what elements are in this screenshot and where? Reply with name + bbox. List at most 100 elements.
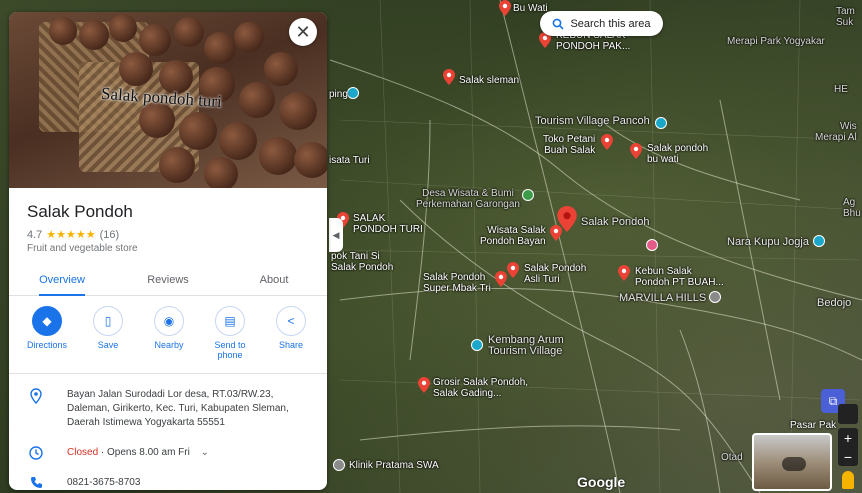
- place-category[interactable]: Fruit and vegetable store: [27, 243, 138, 254]
- map-label[interactable]: Salak sleman: [459, 75, 519, 86]
- fruit-shape: [119, 52, 153, 86]
- tab-about[interactable]: About: [221, 268, 327, 295]
- selected-place-pin[interactable]: [557, 206, 577, 232]
- phone-row[interactable]: 0821-3675-8703: [27, 476, 307, 490]
- map-label[interactable]: Salak Pondoh Asli Turi: [524, 263, 586, 285]
- my-location-button[interactable]: [838, 404, 858, 424]
- zoom-control: + −: [838, 428, 858, 466]
- divider: [9, 373, 327, 374]
- map-pin[interactable]: [499, 0, 511, 16]
- place-photo[interactable]: Salak pondoh turi ✕: [9, 12, 327, 188]
- map-label[interactable]: isata Turi: [329, 155, 370, 166]
- map-pin[interactable]: [618, 265, 630, 281]
- directions-icon: ◆: [32, 306, 62, 336]
- nearby-button[interactable]: ◉ Nearby: [141, 306, 197, 360]
- poi-marker[interactable]: [333, 459, 345, 471]
- map-label[interactable]: Desa Wisata & Bumi Perkemahan Garongan: [416, 188, 520, 210]
- place-title: Salak Pondoh: [27, 202, 133, 221]
- map-label[interactable]: Toko Petani Buah Salak: [543, 134, 595, 156]
- map-label[interactable]: Wisata Salak Pondoh Bayan: [480, 225, 546, 247]
- map-label[interactable]: Ag Bhu: [843, 197, 861, 219]
- poi-marker[interactable]: [709, 291, 721, 303]
- map-pin[interactable]: [418, 377, 430, 393]
- map-label[interactable]: Tam Suk: [836, 6, 855, 28]
- map-label[interactable]: Tourism Village Pancoh: [535, 116, 650, 127]
- fruit-shape: [234, 22, 264, 52]
- share-icon: <: [276, 306, 306, 336]
- chevron-down-icon[interactable]: ⌄: [201, 447, 209, 458]
- poi-marker[interactable]: [471, 339, 483, 351]
- map-label[interactable]: Pasar Pak: [790, 420, 836, 431]
- fruit-shape: [204, 32, 236, 64]
- map-label[interactable]: Bu Wati: [513, 3, 548, 14]
- poi-marker[interactable]: [655, 117, 667, 129]
- search-icon: [553, 18, 565, 30]
- fruit-shape: [219, 122, 257, 160]
- map-label[interactable]: Merapi Park Yogyakar: [727, 36, 825, 47]
- zoom-out-button[interactable]: −: [844, 449, 852, 465]
- map-label[interactable]: Salak Pondoh: [581, 217, 650, 228]
- fruit-shape: [294, 142, 327, 178]
- zoom-in-button[interactable]: +: [844, 430, 852, 446]
- map-pin[interactable]: [507, 262, 519, 278]
- poi-marker[interactable]: [813, 235, 825, 247]
- map-pin[interactable]: [601, 134, 613, 150]
- map-label[interactable]: Kebun Salak Pondoh PT BUAH...: [635, 266, 724, 288]
- map-pin[interactable]: [495, 271, 507, 287]
- hours-detail: · Opens 8.00 am Fri: [98, 447, 190, 458]
- search-this-area-label: Search this area: [570, 17, 651, 30]
- save-button[interactable]: ▯ Save: [80, 306, 136, 360]
- map-label[interactable]: Otad: [721, 452, 743, 463]
- map-label[interactable]: MARVILLA HILLS: [619, 293, 706, 304]
- collapse-panel-button[interactable]: ◀: [329, 218, 343, 252]
- fruit-shape: [79, 20, 109, 50]
- location-pin-icon: [27, 388, 45, 407]
- hours-status: Closed: [67, 447, 99, 458]
- map-label[interactable]: Salak pondoh bu wati: [647, 143, 708, 165]
- map-pin[interactable]: [443, 69, 455, 85]
- fruit-shape: [264, 52, 298, 86]
- map-label[interactable]: Klinik Pratama SWA: [349, 460, 439, 471]
- map-label[interactable]: Wis Merapi Al: [815, 121, 857, 143]
- fruit-shape: [159, 147, 195, 183]
- tab-overview[interactable]: Overview: [9, 268, 115, 296]
- fruit-shape: [174, 17, 204, 47]
- clock-icon: [27, 446, 45, 463]
- review-count[interactable]: (16): [100, 229, 120, 241]
- panel-tabs: Overview Reviews About: [9, 268, 327, 296]
- poi-marker[interactable]: [347, 87, 359, 99]
- rating-row: 4.7 ★★★★★ (16): [27, 228, 120, 242]
- directions-button[interactable]: ◆ Directions: [19, 306, 75, 360]
- street-view-arrow-icon: [782, 457, 806, 471]
- share-button[interactable]: < Share: [263, 306, 319, 360]
- rating-value: 4.7: [27, 228, 43, 241]
- map-label[interactable]: ping: [329, 89, 348, 100]
- search-this-area-button[interactable]: Search this area: [540, 11, 663, 36]
- nearby-icon: ◉: [154, 306, 184, 336]
- street-view-thumbnail[interactable]: [752, 433, 832, 491]
- bookmark-icon: ▯: [93, 306, 123, 336]
- address-row[interactable]: Bayan Jalan Surodadi Lor desa, RT.03/RW.…: [27, 388, 307, 430]
- map-label[interactable]: Nara Kupu Jogja: [727, 237, 809, 248]
- fruit-shape: [139, 24, 171, 56]
- map-label[interactable]: Bedojo: [817, 298, 851, 309]
- tab-reviews[interactable]: Reviews: [115, 268, 221, 295]
- fruit-shape: [109, 14, 137, 42]
- map-label[interactable]: pok Tani Si Salak Pondoh: [331, 251, 393, 273]
- map-label[interactable]: HE: [834, 84, 848, 95]
- hours-row[interactable]: Closed · Opens 8.00 am Fri ⌄: [27, 446, 307, 463]
- poi-marker[interactable]: [522, 189, 534, 201]
- close-icon[interactable]: ✕: [289, 18, 317, 46]
- send-to-phone-button[interactable]: ▤ Send to phone: [202, 306, 258, 360]
- map-label[interactable]: Kembang Arum Tourism Village: [488, 335, 564, 357]
- action-label: Save: [97, 340, 119, 350]
- poi-marker[interactable]: [646, 239, 658, 251]
- map-label[interactable]: Salak Pondoh Super Mbak Tri: [423, 272, 491, 294]
- map-label[interactable]: Grosir Salak Pondoh, Salak Gading...: [433, 377, 528, 399]
- pegman-icon[interactable]: [842, 471, 854, 489]
- action-bar: ◆ Directions ▯ Save ◉ Nearby ▤ Send to p…: [19, 306, 319, 360]
- map-label[interactable]: SALAK PONDOH TURI: [353, 213, 423, 235]
- map-pin[interactable]: [630, 143, 642, 159]
- action-label: Nearby: [154, 340, 184, 350]
- google-logo: Google: [577, 474, 626, 490]
